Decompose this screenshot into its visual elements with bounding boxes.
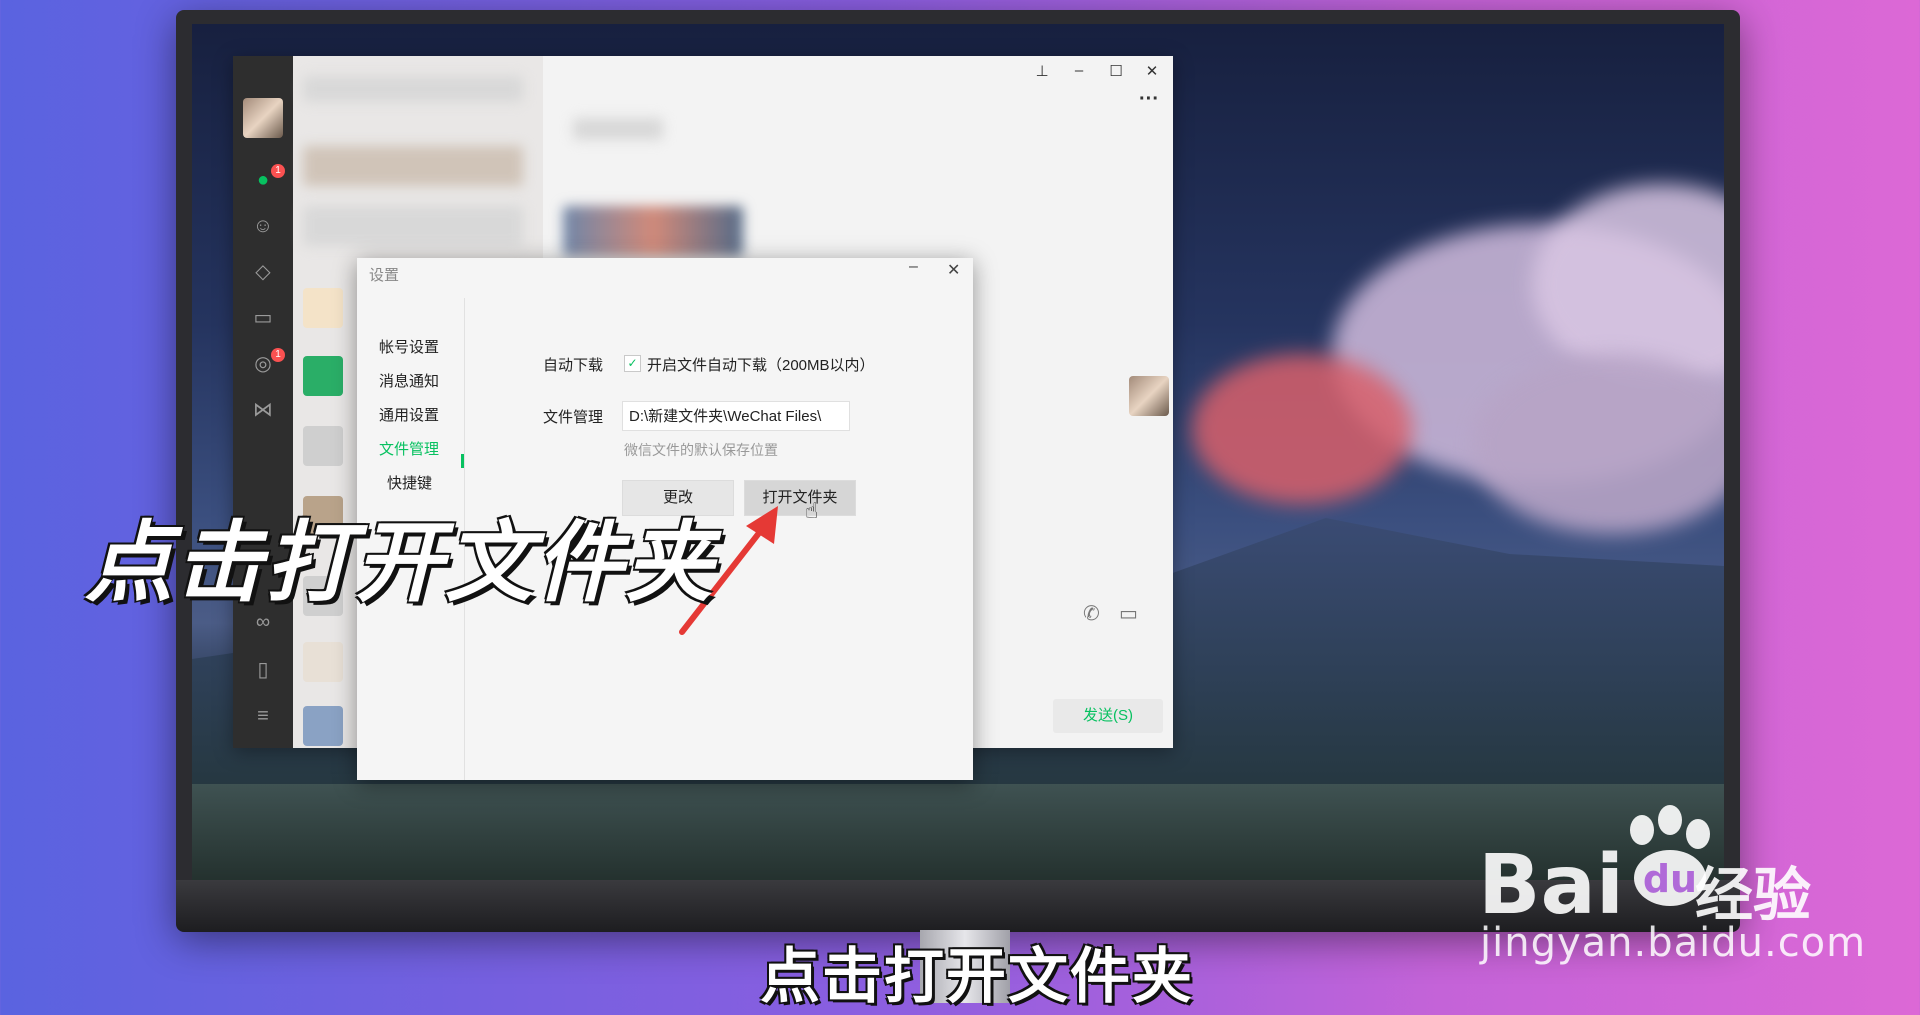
cloud [1472,354,1724,534]
mini-program-icon[interactable]: ⋈ [249,396,277,424]
nav-account-settings[interactable]: 帐号设置 [379,336,439,357]
menu-icon[interactable]: ≡ [249,702,277,730]
auto-download-label: 自动下载 [543,357,604,374]
user-avatar[interactable] [243,98,283,138]
chat-avatar[interactable] [303,288,343,328]
watermark-brand-right: du [1643,857,1697,901]
nav-file-management[interactable]: 文件管理 [379,438,439,459]
cloud [1192,354,1412,504]
nav-general-settings[interactable]: 通用设置 [379,404,439,425]
overlay-caption: 点击打开文件夹 [85,511,716,614]
blurred-image-message [563,206,743,256]
file-transfer-avatar[interactable] [303,356,343,396]
blurred-chat-item [303,206,523,246]
sender-avatar[interactable] [1129,376,1169,416]
video-call-icon[interactable]: ▭ [1119,601,1138,626]
more-menu-icon[interactable]: ··· [1139,88,1159,111]
chat-unread-badge: 1 [271,164,285,178]
auto-download-checkbox-label[interactable]: 开启文件自动下载（200MB以内） [647,354,875,375]
file-management-label: 文件管理 [543,409,604,426]
settings-title: 设置 [369,267,400,284]
maximize-button[interactable]: ☐ [1105,62,1127,80]
minimize-button[interactable]: – [1068,62,1090,79]
favorites-icon[interactable]: ◇ [249,258,277,286]
save-path-field[interactable]: D:\新建文件夹\WeChat Files\ [622,401,850,431]
video-subtitle: 点击打开文件夹 [760,942,1194,1012]
watermark-url: jingyan.baidu.com [1480,920,1867,966]
wechat-sidebar: ● 1 ☺ ◇ ▭ ◎ 1 ⋈ ∞ ▯ ≡ [233,56,293,748]
save-path-hint: 微信文件的默认保存位置 [624,442,778,458]
voice-call-icon[interactable]: ✆ [1083,601,1100,626]
watermark-brand-left: Bai [1478,838,1624,933]
blurred-chat-title [573,118,663,140]
chat-avatar[interactable] [303,426,343,466]
chat-avatar[interactable] [303,642,343,682]
nav-message-notification[interactable]: 消息通知 [379,370,439,391]
folder-icon[interactable]: ▭ [249,304,277,332]
moments-unread-badge: 1 [271,348,285,362]
chat-avatar[interactable] [303,706,343,746]
phone-icon[interactable]: ▯ [249,656,277,684]
blurred-search [303,76,523,102]
settings-minimize-button[interactable]: – [909,258,918,276]
settings-close-button[interactable]: ✕ [947,260,960,280]
nav-shortcuts[interactable]: 快捷键 [387,472,432,493]
blurred-chat-item [303,146,523,186]
send-button[interactable]: 发送(S) [1053,699,1163,733]
close-button[interactable]: ✕ [1141,62,1163,80]
nav-active-indicator [461,454,464,468]
auto-download-checkbox[interactable]: ✓ [624,355,641,372]
pin-icon[interactable]: ⊥ [1031,62,1053,80]
mouse-cursor-icon: ☝ [805,498,819,523]
contacts-icon[interactable]: ☺ [249,212,277,240]
